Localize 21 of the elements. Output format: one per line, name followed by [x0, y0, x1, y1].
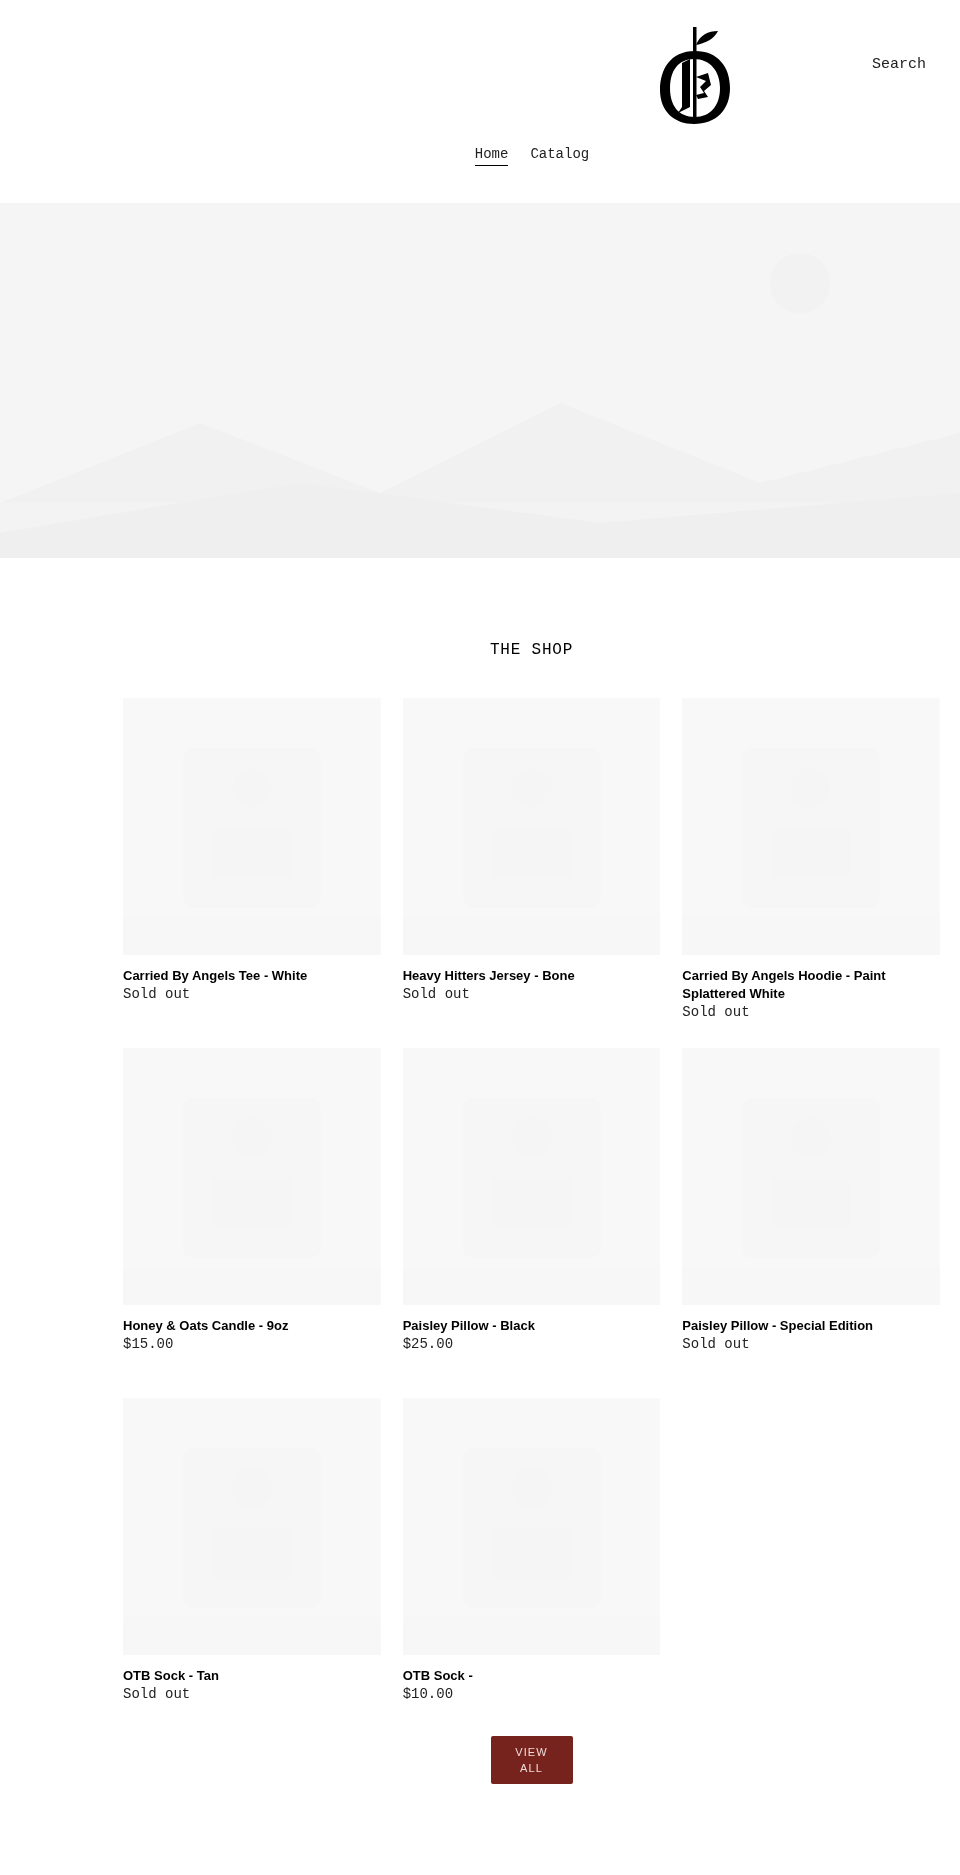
product-title[interactable]: Paisley Pillow - Special Edition [682, 1317, 940, 1335]
product-title[interactable]: OTB Sock - Tan [123, 1667, 381, 1685]
product-title[interactable]: Carried By Angels Hoodie - Paint Splattered White [682, 967, 940, 1003]
product-title[interactable]: Heavy Hitters Jersey - Bone [402, 967, 661, 985]
nav-link[interactable]: Home [474, 144, 509, 166]
product-price: $15.00 [123, 1335, 175, 1353]
product-price: $10.00 [402, 1685, 455, 1703]
product-price: Sold out [123, 1685, 192, 1703]
view-all-button[interactable]: VIEW ALL [490, 1736, 573, 1784]
search-link[interactable]: Search [872, 54, 926, 77]
product-price: Sold out [123, 985, 192, 1003]
product-price: $25.00 [402, 1335, 455, 1353]
nav-link[interactable]: Catalog [530, 144, 590, 166]
product-title[interactable]: Carried By Angels Tee - White [123, 967, 381, 985]
product-price: Sold out [402, 985, 471, 1003]
product-title[interactable]: Paisley Pillow - Black [402, 1317, 661, 1335]
product-title[interactable]: OTB Sock - [402, 1667, 661, 1685]
product-price: Sold out [682, 1335, 751, 1353]
product-title[interactable]: Honey & Oats Candle - 9oz [123, 1317, 381, 1335]
product-price: Sold out [682, 1003, 751, 1021]
section-title: THE SHOP [488, 640, 575, 661]
